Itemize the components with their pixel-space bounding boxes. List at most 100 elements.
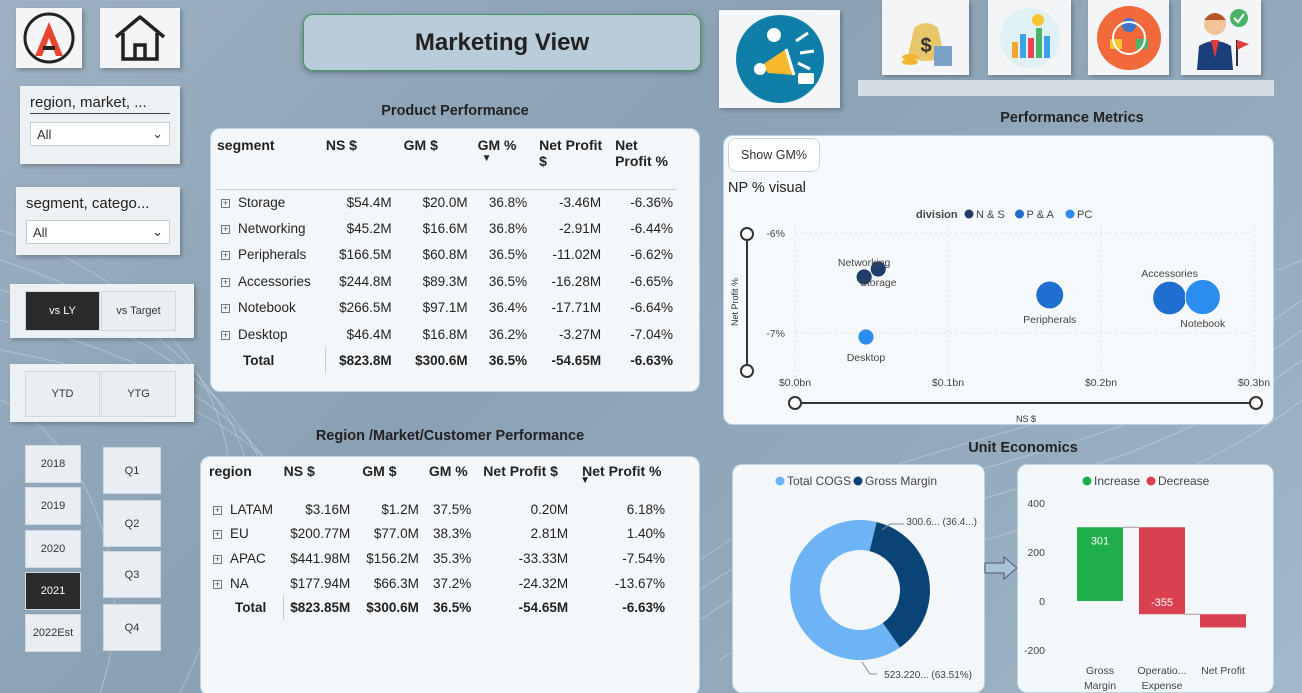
column-header[interactable]: Net Profit % ▼ bbox=[572, 463, 669, 497]
table-cell: $244.8M bbox=[339, 273, 392, 289]
ytd-button[interactable]: YTD bbox=[25, 371, 100, 417]
total-cell: $823.85M bbox=[283, 595, 355, 620]
table-cell: -2.91M bbox=[559, 221, 602, 237]
expand-icon[interactable]: + bbox=[221, 304, 230, 314]
row-label-cell: + Notebook bbox=[217, 295, 326, 321]
table-row[interactable]: + Notebook $266.5M $97.1M 36.4% -17.71M -6.64% bbox=[217, 295, 677, 321]
table-cell: -11.02M bbox=[552, 247, 602, 263]
table-cell: 36.8% bbox=[488, 221, 528, 237]
table-cell: 2.81M bbox=[530, 526, 569, 542]
table-row[interactable]: + Networking $45.2M $16.6M 36.8% -2.91M -6.44% bbox=[217, 215, 677, 241]
year-2020-button[interactable]: 2020 bbox=[25, 530, 81, 568]
segment-slicer[interactable]: segment, catego... All ⌄ bbox=[16, 187, 180, 255]
column-header[interactable]: GM $ bbox=[396, 137, 472, 189]
legend-label: Decrease bbox=[1158, 474, 1210, 488]
table-row[interactable]: + NA $177.94M $66.3M 37.2% -24.32M -13.67% bbox=[209, 571, 669, 596]
table-row[interactable]: + Accessories $244.8M $89.3M 36.5% -16.28M -6.… bbox=[217, 268, 677, 294]
column-header[interactable]: segment bbox=[217, 137, 326, 189]
svg-text:$: $ bbox=[920, 35, 931, 57]
table-row[interactable]: + Storage $54.4M $20.0M 36.8% -3.46M -6.36% bbox=[217, 189, 677, 215]
expand-icon[interactable]: + bbox=[213, 579, 222, 589]
legend-label: Increase bbox=[1094, 474, 1140, 488]
y-tick-label: 200 bbox=[1027, 547, 1045, 559]
column-header[interactable]: Net Profit $ bbox=[475, 463, 572, 497]
expand-icon[interactable]: + bbox=[221, 277, 230, 287]
column-header[interactable]: GM % ▼ bbox=[472, 137, 532, 189]
segment-slicer-dropdown[interactable]: All ⌄ bbox=[26, 220, 170, 244]
total-cell: $300.6M bbox=[366, 600, 419, 616]
profit-waterfall-chart: Increase Decrease 400 200 0 -200 301 -355 Gross M… bbox=[1024, 474, 1246, 692]
column-header[interactable]: GM $ bbox=[354, 463, 423, 497]
sales-nav-button[interactable] bbox=[988, 0, 1071, 75]
data-point bbox=[857, 328, 875, 346]
expand-icon[interactable]: + bbox=[221, 251, 230, 261]
region-slicer-label: region, market, ... bbox=[30, 94, 170, 114]
region-performance-title: Region /Market/Customer Performance bbox=[315, 428, 585, 444]
supply-chain-nav-button[interactable] bbox=[1088, 0, 1169, 75]
table-cell: -33.33M bbox=[518, 550, 569, 566]
segment-slicer-value: All bbox=[33, 224, 48, 240]
table-row[interactable]: + LATAM $3.16M $1.2M 37.5% 0.20M 6.18% bbox=[209, 497, 669, 522]
legend-label: N & S bbox=[976, 209, 1005, 221]
data-label: Desktop bbox=[847, 352, 886, 364]
region-performance-panel: region NS $ GM $ GM % Net Profit $ Net P… bbox=[200, 456, 700, 693]
executive-nav-button[interactable] bbox=[1181, 0, 1261, 75]
row-label-cell: + Desktop bbox=[217, 321, 326, 347]
home-button[interactable] bbox=[100, 8, 180, 68]
year-2019-button[interactable]: 2019 bbox=[25, 487, 81, 525]
total-cell: -54.65M bbox=[551, 353, 602, 369]
legend-label: Total COGS bbox=[787, 474, 851, 488]
region-performance-table: region NS $ GM $ GM % Net Profit $ Net P… bbox=[209, 463, 669, 620]
row-label: Notebook bbox=[238, 300, 296, 316]
y-tick-label: -6% bbox=[766, 228, 785, 240]
year-2022est-button[interactable]: 2022Est bbox=[25, 614, 81, 652]
q1-button[interactable]: Q1 bbox=[103, 447, 161, 494]
show-gm-button[interactable]: Show GM% bbox=[728, 138, 820, 172]
column-header[interactable]: NS $ bbox=[326, 137, 396, 189]
expand-icon[interactable]: + bbox=[221, 198, 230, 208]
vs-target-button[interactable]: vs Target bbox=[101, 291, 176, 331]
q2-button[interactable]: Q2 bbox=[103, 500, 161, 547]
region-slicer-dropdown[interactable]: All ⌄ bbox=[30, 122, 170, 146]
expand-icon[interactable]: + bbox=[213, 530, 222, 540]
table-cell: 36.2% bbox=[488, 326, 528, 342]
home-icon bbox=[114, 15, 166, 61]
column-header[interactable]: NS $ bbox=[284, 463, 355, 497]
chevron-down-icon: ⌄ bbox=[152, 224, 163, 239]
region-slicer[interactable]: region, market, ... All ⌄ bbox=[20, 86, 180, 164]
data-label: Notebook bbox=[1180, 318, 1226, 330]
waterfall-bar bbox=[1200, 614, 1246, 628]
vs-ly-button[interactable]: vs LY bbox=[25, 291, 100, 331]
q4-button[interactable]: Q4 bbox=[103, 604, 161, 651]
table-row[interactable]: + Desktop $46.4M $16.8M 36.2% -3.27M -7.04% bbox=[217, 321, 677, 347]
row-label: LATAM bbox=[230, 501, 274, 517]
y-tick-label: -7% bbox=[766, 328, 785, 340]
year-2018-button[interactable]: 2018 bbox=[25, 445, 81, 483]
expand-icon[interactable]: + bbox=[221, 225, 230, 235]
q3-button[interactable]: Q3 bbox=[103, 551, 161, 598]
x-tick-label: Margin bbox=[1084, 680, 1116, 692]
table-row[interactable]: + APAC $441.98M $156.2M 35.3% -33.33M -7.54% bbox=[209, 546, 669, 571]
marketing-nav-button[interactable] bbox=[719, 10, 840, 108]
legend-marker bbox=[1015, 209, 1024, 219]
ytg-button[interactable]: YTG bbox=[101, 371, 176, 417]
expand-icon[interactable]: + bbox=[213, 505, 222, 515]
performance-metrics-title: Performance Metrics bbox=[1000, 110, 1144, 126]
finance-nav-button[interactable]: $ bbox=[882, 0, 969, 75]
table-cell: $1.2M bbox=[381, 501, 419, 517]
table-cell: $97.1M bbox=[422, 300, 468, 316]
expand-icon[interactable]: + bbox=[221, 330, 230, 340]
column-header[interactable]: GM % bbox=[423, 463, 475, 497]
table-cell: -6.44% bbox=[630, 221, 673, 237]
year-2021-button[interactable]: 2021 bbox=[25, 572, 81, 610]
table-row[interactable]: + Peripherals $166.5M $60.8M 36.5% -11.02M -6.… bbox=[217, 242, 677, 268]
expand-icon[interactable]: + bbox=[213, 554, 222, 564]
column-header[interactable]: Net Profit $ bbox=[531, 137, 605, 189]
table-cell: $89.3M bbox=[422, 273, 468, 289]
column-header[interactable]: Net Profit % bbox=[605, 137, 677, 189]
table-row[interactable]: + EU $200.77M $77.0M 38.3% 2.81M 1.40% bbox=[209, 522, 669, 547]
logo-icon bbox=[23, 12, 75, 64]
data-label: Peripherals bbox=[1023, 314, 1076, 326]
column-header[interactable]: region bbox=[209, 463, 284, 497]
row-label-cell: + EU bbox=[209, 522, 284, 547]
